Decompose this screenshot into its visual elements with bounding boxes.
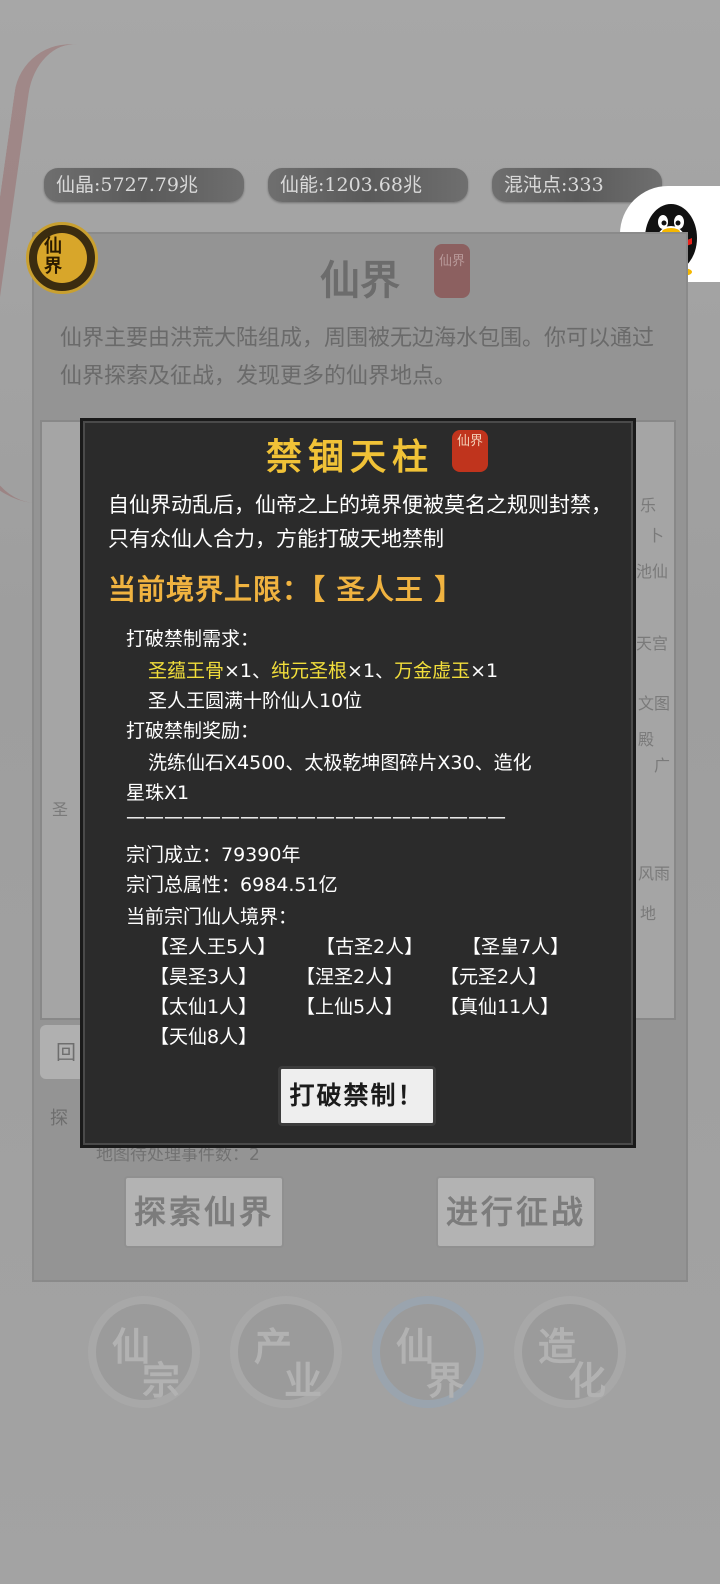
realm-tag: 【天仙8人】 — [150, 1026, 258, 1048]
realm-cap-label: 当前境界上限：【 圣人王 】 — [108, 573, 464, 606]
break-seal-button[interactable]: 打破禁制！ — [278, 1066, 436, 1126]
dialog-seal: 仙界 — [452, 430, 488, 472]
conquest-button[interactable]: 进行征战 — [436, 1176, 596, 1248]
req-item-name: 圣蕴王骨 — [148, 660, 225, 682]
map-location-text[interactable]: 乐 — [640, 492, 656, 516]
panel-seal: 仙界 — [434, 244, 470, 298]
req-item-name: 纯元圣根 — [271, 660, 348, 682]
sect-realm-header: 当前宗门仙人境界： — [126, 906, 298, 928]
requirement-items: 圣蕴王骨×1、纯元圣根×1、万金虚玉×1 — [148, 656, 498, 683]
nav-label: 界 — [426, 1358, 465, 1403]
dialog-lore: 自仙界动乱后，仙帝之上的境界便被莫名之规则封禁，只有众仙人合力，方能打破天地禁制 — [108, 493, 612, 551]
nav-label: 业 — [284, 1358, 323, 1403]
map-location-text[interactable]: 天宫 — [636, 630, 668, 654]
realm-tag: 【真仙11人】 — [440, 996, 560, 1018]
map-location-text[interactable]: 殿 — [638, 726, 654, 750]
realm-tag: 【圣人王5人】 — [150, 936, 277, 958]
map-location-text[interactable]: 风雨 — [638, 860, 670, 884]
map-location-text[interactable]: 地 — [640, 900, 656, 924]
nav-industry-button[interactable]: 产 业 — [230, 1296, 342, 1408]
realm-tag: 【元圣2人】 — [440, 966, 548, 988]
realm-tag: 【太仙1人】 — [150, 996, 258, 1018]
map-location-text[interactable]: 卜 — [648, 522, 664, 546]
nav-sect-button[interactable]: 仙 宗 — [88, 1296, 200, 1408]
dialog-title: 禁锢天柱 — [265, 436, 434, 478]
nav-realm-button[interactable]: 仙 界 — [372, 1296, 484, 1408]
reward-header: 打破禁制奖励： — [126, 720, 260, 742]
nav-label: 宗 — [142, 1358, 181, 1403]
realm-tag: 【涅圣2人】 — [296, 966, 404, 988]
explore-realm-button[interactable]: 探索仙界 — [124, 1176, 284, 1248]
sect-founded: 宗门成立：79390年 — [126, 844, 301, 866]
req-item-name: 万金虚玉 — [394, 660, 471, 682]
req-item-qty: ×1 — [470, 660, 499, 682]
requirement-header: 打破禁制需求： — [126, 628, 260, 650]
nav-creation-button[interactable]: 造 化 — [514, 1296, 626, 1408]
map-location-text[interactable]: 圣 — [52, 796, 68, 820]
requirement-disciples: 圣人王圆满十阶仙人10位 — [148, 690, 363, 712]
panel-description: 仙界主要由洪荒大陆组成，周围被无边海水包围。你可以通过仙界探索及征战，发现更多的… — [60, 326, 655, 389]
map-location-text[interactable]: 池仙 — [636, 558, 668, 582]
req-item-qty: ×1、 — [347, 660, 395, 682]
realm-tag: 【圣皇7人】 — [462, 936, 570, 958]
resource-xianneng: 仙能:1203.68兆 — [268, 168, 468, 202]
realm-tag: 【昊圣3人】 — [150, 966, 258, 988]
reward-line: 洗练仙石X4500、太极乾坤图碎片X30、造化 — [148, 752, 532, 774]
sect-attribute: 宗门总属性：6984.51亿 — [126, 874, 338, 896]
map-location-text[interactable]: 文图 — [638, 690, 670, 714]
realm-tag: 【古圣2人】 — [316, 936, 424, 958]
panel-title: 仙界 — [320, 257, 400, 304]
nav-label: 化 — [568, 1358, 607, 1403]
reward-line: 星珠X1 — [126, 782, 190, 804]
divider: ———————————————————— — [126, 806, 506, 828]
resource-xianjing: 仙晶:5727.79兆 — [44, 168, 244, 202]
map-location-text[interactable]: 广 — [654, 752, 670, 776]
explore-status-label: 探 — [50, 1108, 68, 1129]
req-item-qty: ×1、 — [224, 660, 272, 682]
realm-tag: 【上仙5人】 — [296, 996, 404, 1018]
